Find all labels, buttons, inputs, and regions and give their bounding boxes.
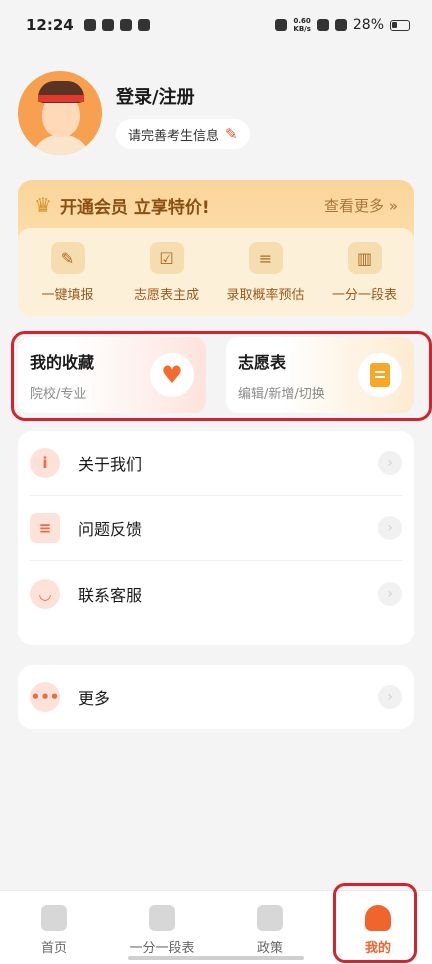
tiktok-icon xyxy=(83,19,96,31)
vip-more-link[interactable]: 查看更多 » xyxy=(324,195,398,216)
menu-item-feedback[interactable]: ≡ 问题反馈 › xyxy=(30,496,402,561)
chevron-right-icon: › xyxy=(378,685,402,709)
chevron-right-icon: › xyxy=(378,451,402,475)
app-notification-icon xyxy=(101,19,114,31)
vip-feature-label: 一分一段表 xyxy=(331,288,397,303)
profile-section: 登录/注册 请完善考生信息 ✎ xyxy=(18,71,250,155)
battery-icon xyxy=(390,19,410,31)
clipboard-icon xyxy=(149,905,175,931)
vip-header: ♛ 开通会员 立享特价! 查看更多 » xyxy=(18,180,414,230)
badge-icon xyxy=(257,905,283,931)
more-dots-icon: ••• xyxy=(30,682,60,712)
status-right: 0.60 KB/s 28% xyxy=(275,17,410,33)
vip-feature-one-click-fill[interactable]: ✎ 一键填报 xyxy=(20,242,116,316)
wifi-icon xyxy=(316,19,329,31)
vip-feature-label: 志愿表主成 xyxy=(133,288,199,303)
feedback-icon: ≡ xyxy=(30,513,60,543)
tab-home[interactable]: 首页 xyxy=(4,905,104,956)
status-time: 12:24 xyxy=(26,16,74,34)
battery-percent: 28% xyxy=(352,17,384,33)
menu-item-more[interactable]: ••• 更多 › xyxy=(18,665,414,729)
annotation-highlight-mine-tab xyxy=(333,883,417,963)
more-label: 更多 xyxy=(78,689,111,708)
tab-policy[interactable]: 政策 xyxy=(220,905,320,956)
vip-feature-probability[interactable]: ≡ 录取概率预估 xyxy=(218,242,314,316)
menu-item-customer-service[interactable]: ◡ 联系客服 › xyxy=(30,561,402,626)
info-icon: i xyxy=(30,448,60,478)
menu-item-label: 关于我们 xyxy=(78,455,143,474)
crown-icon: ♛ xyxy=(34,193,52,217)
checklist-icon: ☑ xyxy=(149,242,184,274)
vip-title: ♛ 开通会员 立享特价! xyxy=(34,193,210,218)
bar-chart-icon: ▥ xyxy=(347,242,382,274)
status-left: 12:24 xyxy=(26,16,150,34)
vibrate-icon xyxy=(275,19,288,31)
menu-item-about[interactable]: i 关于我们 › xyxy=(30,431,402,496)
home-icon xyxy=(41,905,67,931)
complete-info-button[interactable]: 请完善考生信息 ✎ xyxy=(116,119,250,149)
chevron-right-icon: › xyxy=(378,516,402,540)
profile-info: 登录/注册 请完善考生信息 ✎ xyxy=(116,71,250,155)
net-speed: 0.60 KB/s xyxy=(293,17,310,33)
annotation-highlight-quick-cards xyxy=(11,331,432,421)
tab-label: 首页 xyxy=(40,941,67,956)
tab-label: 政策 xyxy=(256,941,283,956)
tab-score-table[interactable]: 一分一段表 xyxy=(112,905,212,956)
vip-feature-label: 录取概率预估 xyxy=(226,288,305,303)
net-speed-unit: KB/s xyxy=(293,25,311,33)
menu-item-label: 问题反馈 xyxy=(78,520,143,539)
edit-pen-icon: ✎ xyxy=(225,125,238,143)
avatar[interactable] xyxy=(18,71,102,155)
vip-feature-score-table[interactable]: ▥ 一分一段表 xyxy=(317,242,413,316)
edit-icon: ✎ xyxy=(50,242,85,274)
menu-item-label: 联系客服 xyxy=(78,585,143,605)
tab-label: 一分一段表 xyxy=(129,941,195,956)
menu-card: i 关于我们 › ≡ 问题反馈 › ◡ 联系客服 › xyxy=(18,431,414,645)
stack-icon: ≡ xyxy=(248,242,283,274)
net-speed-value: 0.60 xyxy=(293,17,311,25)
sim-off-icon xyxy=(334,19,347,31)
vip-title-text: 开通会员 立享特价! xyxy=(59,197,210,218)
headset-icon: ◡ xyxy=(30,578,60,609)
home-indicator[interactable] xyxy=(128,956,304,960)
complete-info-label: 请完善考生信息 xyxy=(128,128,220,144)
vip-card[interactable]: ♛ 开通会员 立享特价! 查看更多 » ✎ 一键填报 ☑ 志愿表主成 ≡ 录取概… xyxy=(18,180,414,316)
chevron-right-icon: › xyxy=(378,581,402,606)
status-bar: 12:24 0.60 KB/s 28% xyxy=(0,0,432,50)
vip-feature-form-generate[interactable]: ☑ 志愿表主成 xyxy=(119,242,215,316)
message-notification-icon xyxy=(137,19,150,31)
login-register-link[interactable]: 登录/注册 xyxy=(116,83,250,109)
cloud-notification-icon xyxy=(119,19,132,31)
vip-feature-label: 一键填报 xyxy=(41,288,94,303)
vip-features: ✎ 一键填报 ☑ 志愿表主成 ≡ 录取概率预估 ▥ 一分一段表 xyxy=(18,228,414,316)
